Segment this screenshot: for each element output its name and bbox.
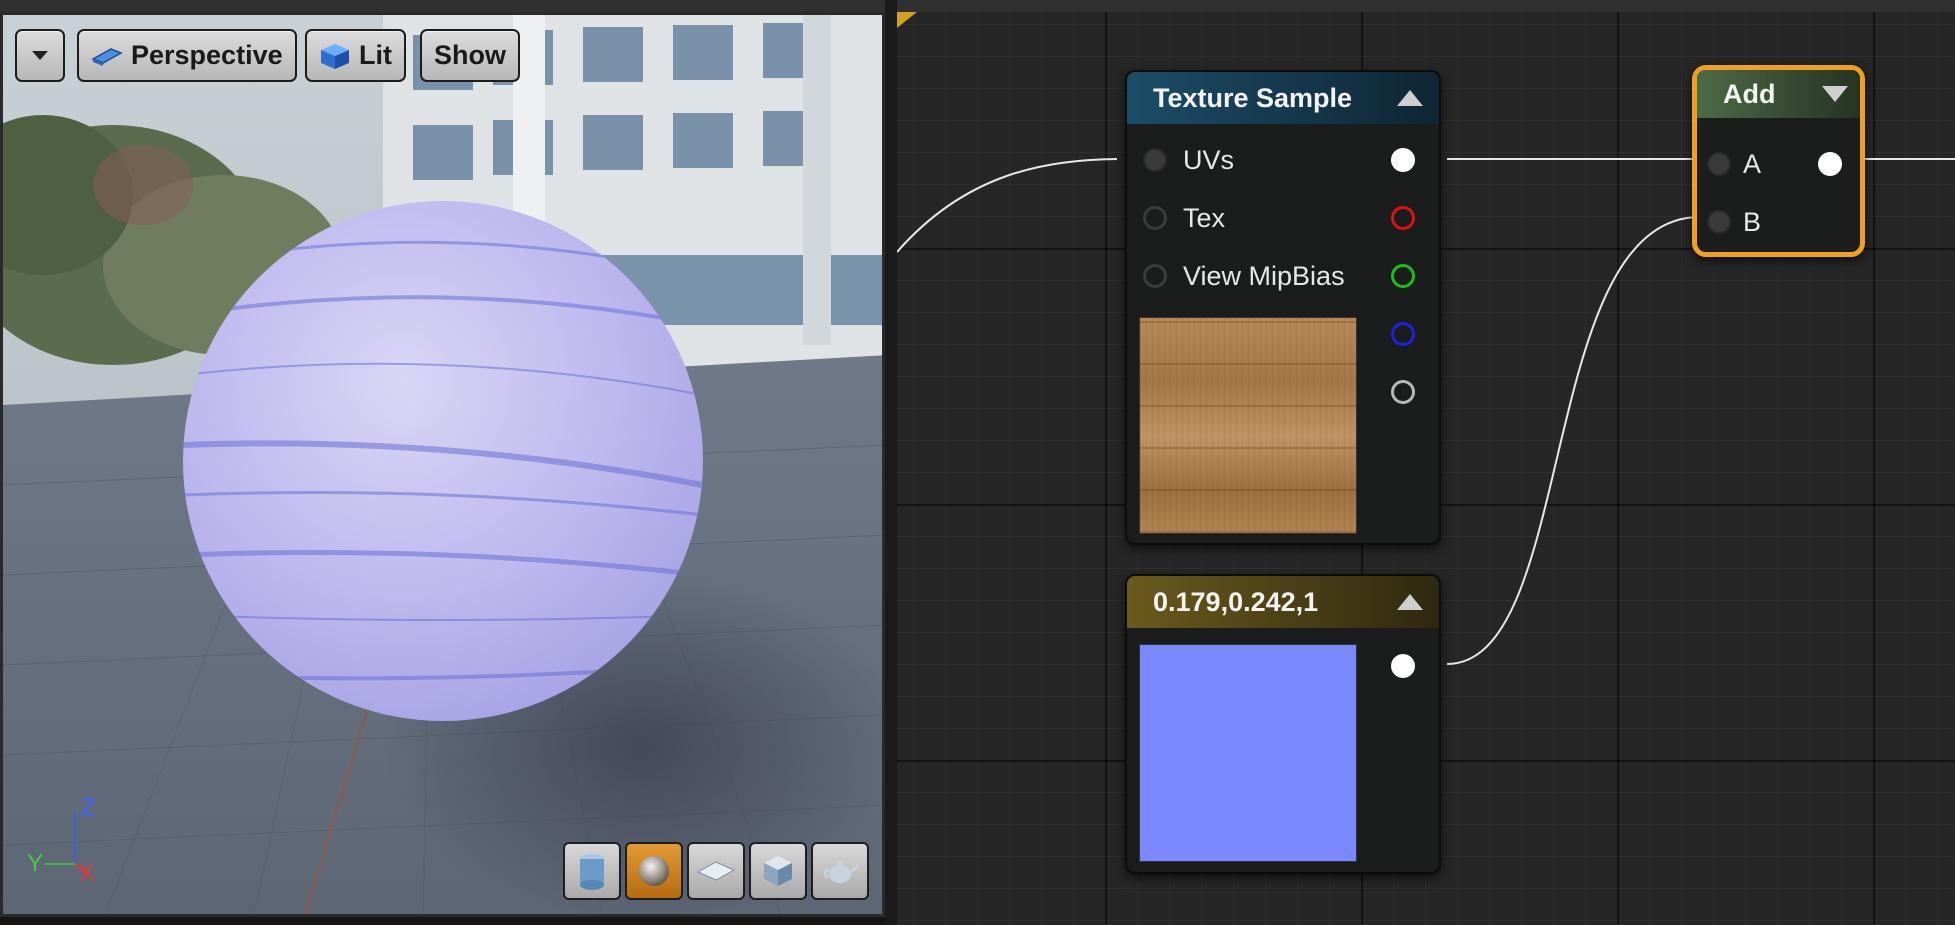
constant-color-title: 0.179,0.242,1 [1153,586,1319,617]
perspective-label: Perspective [131,40,283,70]
add-node[interactable]: Add A B [1692,65,1865,257]
wood-texture-preview [1139,317,1357,534]
view-mipbias-pin-row[interactable]: View MipBias [1127,256,1439,296]
tex-pin-row[interactable]: Tex [1127,198,1439,238]
texture-sample-title: Texture Sample [1153,82,1353,113]
texture-sample-header[interactable]: Texture Sample [1127,72,1439,124]
collapse-up-icon[interactable] [1397,594,1423,610]
view-mipbias-input-pin[interactable] [1143,264,1167,288]
color-output-pin[interactable] [1391,654,1415,678]
cube-icon [764,856,792,886]
sphere-button[interactable] [625,842,683,900]
texture-sample-node[interactable]: Texture Sample UVs Tex View MipBias [1125,70,1441,545]
add-header[interactable]: Add [1697,70,1860,118]
lit-button[interactable]: Lit [305,29,406,82]
rgb-output-pin[interactable] [1391,148,1415,172]
material-preview-viewport[interactable]: Perspective Lit Show Z Y X [0,12,885,917]
tex-input-pin[interactable] [1143,206,1167,230]
cube-lit-icon [321,43,349,69]
plane-icon [696,861,736,881]
collapse-down-icon[interactable] [1822,86,1848,102]
show-label: Show [434,40,506,70]
teapot-icon [823,861,859,883]
lit-label: Lit [359,40,392,70]
top-strip [0,0,1955,12]
panel-divider[interactable] [885,0,897,925]
show-button[interactable]: Show [420,29,520,82]
color-swatch-preview [1139,644,1357,862]
sphere-icon [639,856,669,886]
collapse-up-icon[interactable] [1397,90,1423,106]
add-b-pin-row[interactable]: B [1697,202,1860,242]
viewport-options-dropdown[interactable] [15,29,65,82]
perspective-button[interactable]: Perspective [77,29,297,82]
tex-label: Tex [1183,202,1226,233]
axis-x-label: X [79,860,96,887]
axis-z-label: Z [81,794,96,821]
uvs-label: UVs [1183,144,1235,175]
preview-scene[interactable] [3,15,885,917]
a-output-pin[interactable] [1391,380,1415,404]
constant-color-node[interactable]: 0.179,0.242,1 [1125,574,1441,874]
teapot-button[interactable] [811,842,869,900]
add-a-input-pin[interactable] [1707,152,1731,176]
add-b-input-pin[interactable] [1707,210,1731,234]
preview-shape-toolbar [563,842,869,902]
view-mipbias-label: View MipBias [1183,260,1345,291]
add-a-pin-row[interactable]: A [1697,144,1860,184]
uvs-input-pin[interactable] [1143,148,1167,172]
constant-color-header[interactable]: 0.179,0.242,1 [1127,576,1439,628]
axis-gizmo: Z Y X [23,794,113,887]
cylinder-icon [580,854,604,890]
material-graph-canvas[interactable]: Texture Sample UVs Tex View MipBias 0.17… [897,12,1955,925]
cylinder-button[interactable] [563,842,621,900]
chevron-down-icon [32,51,48,60]
add-a-label: A [1743,148,1762,179]
add-title: Add [1723,78,1776,109]
b-output-pin[interactable] [1391,322,1415,346]
add-b-label: B [1743,206,1762,237]
cube-button[interactable] [749,842,807,900]
uvs-pin-row[interactable]: UVs [1127,140,1439,180]
r-output-pin[interactable] [1391,206,1415,230]
plane-button[interactable] [687,842,745,900]
g-output-pin[interactable] [1391,264,1415,288]
axis-y-label: Y [27,850,44,877]
add-output-pin[interactable] [1818,152,1842,176]
perspective-icon [91,47,123,66]
